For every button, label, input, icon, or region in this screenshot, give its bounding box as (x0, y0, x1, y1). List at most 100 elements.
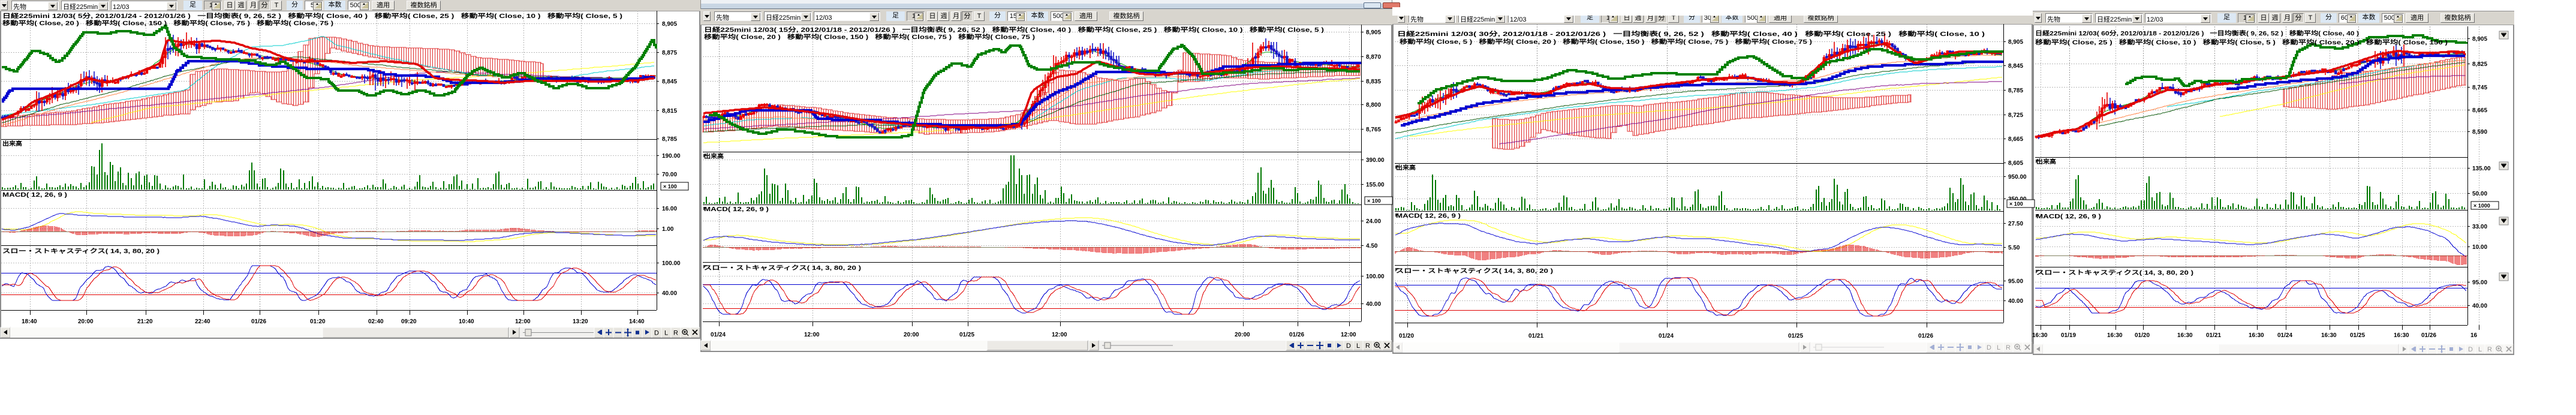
svg-text:01/26: 01/26 (1918, 333, 1933, 339)
svg-text:21:20: 21:20 (137, 318, 153, 325)
svg-text:スロー・ストキャスティクス( 14, 3, 80, 20 ): スロー・ストキャスティクス( 14, 3, 80, 20 ) (704, 264, 861, 272)
svg-text:日経225mini 12/03( 30分, 2012/01/: 日経225mini 12/03( 30分, 2012/01/18 - 2012/… (1397, 30, 1985, 38)
svg-text:日経225mini 12/03( 15分, 2012/01/: 日経225mini 12/03( 15分, 2012/01/18 - 2012/… (704, 26, 1324, 34)
svg-text:× 100: × 100 (1367, 198, 1381, 204)
svg-text:01/20: 01/20 (2135, 332, 2150, 339)
svg-text:8,800: 8,800 (1366, 102, 1381, 109)
svg-text:L: L (664, 330, 668, 337)
svg-text:18:40: 18:40 (22, 318, 37, 325)
svg-text:L: L (1356, 342, 1360, 350)
svg-text:40.00: 40.00 (1366, 301, 1381, 308)
svg-text:20:00: 20:00 (78, 318, 94, 325)
svg-text:01/24: 01/24 (1659, 333, 1674, 339)
svg-text:09:20: 09:20 (401, 318, 417, 325)
svg-text:日経225mini 12/03( 60分, 2012/01/: 日経225mini 12/03( 60分, 2012/01/18 - 2012/… (2035, 29, 2359, 37)
svg-text:10:40: 10:40 (459, 318, 474, 325)
svg-text:8,845: 8,845 (2008, 63, 2023, 70)
svg-text:10.00: 10.00 (2472, 244, 2487, 251)
svg-text:× 100: × 100 (2009, 201, 2023, 207)
svg-text:D: D (1987, 344, 1991, 351)
svg-text:16:30: 16:30 (2177, 332, 2193, 339)
svg-text:01/24: 01/24 (2277, 332, 2292, 339)
svg-text:1.00: 1.00 (662, 226, 674, 233)
svg-text:スロー・ストキャスティクス( 14, 3, 80, 20 ): スロー・ストキャスティクス( 14, 3, 80, 20 ) (2036, 269, 2193, 276)
svg-text:01/25: 01/25 (1788, 333, 1803, 339)
svg-text:24.00: 24.00 (1366, 218, 1381, 225)
svg-text:日経225mini 12/03( 5分, 2012/01/2: 日経225mini 12/03( 5分, 2012/01/24 - 2012/0… (2, 12, 622, 20)
svg-text:16:30: 16:30 (2394, 332, 2409, 339)
svg-text:8,590: 8,590 (2472, 129, 2487, 136)
svg-text:50.00: 50.00 (2472, 191, 2487, 197)
svg-text:950.00: 950.00 (2008, 174, 2027, 181)
svg-text:190.00: 190.00 (662, 153, 681, 160)
svg-text:16:30: 16:30 (2321, 332, 2337, 339)
svg-text:01:20: 01:20 (310, 318, 326, 325)
svg-text:01/21: 01/21 (1528, 333, 1543, 339)
svg-text:390.00: 390.00 (1366, 157, 1385, 164)
svg-text:L: L (2478, 346, 2482, 353)
svg-text:R: R (1365, 342, 1370, 350)
svg-text:12:00: 12:00 (515, 318, 531, 325)
svg-text:01/21: 01/21 (2206, 332, 2221, 339)
svg-text:8,815: 8,815 (662, 108, 677, 115)
svg-text:12:00: 12:00 (1341, 332, 1356, 338)
svg-text:R: R (2487, 346, 2492, 353)
svg-text:12:00: 12:00 (804, 332, 820, 338)
svg-text:8,905: 8,905 (1366, 29, 1381, 36)
svg-text:D: D (654, 330, 659, 337)
svg-text:01/25: 01/25 (959, 332, 974, 338)
svg-text:MACD( 12, 26, 9 ): MACD( 12, 26, 9 ) (1396, 213, 1461, 219)
svg-text:出来高: 出来高 (1396, 164, 1416, 172)
svg-text:R: R (2006, 344, 2011, 351)
svg-text:D: D (1346, 342, 1351, 350)
svg-text:移動平均( Close, 20 ) 移動平均( Clos: 移動平均( Close, 20 ) 移動平均( Close, 150 ) 移動平… (704, 33, 1035, 41)
svg-text:14:40: 14:40 (629, 318, 645, 325)
svg-text:13:20: 13:20 (573, 318, 588, 325)
svg-text:R: R (673, 330, 678, 337)
svg-text:100.00: 100.00 (662, 260, 681, 267)
svg-text:20:00: 20:00 (1235, 332, 1250, 338)
svg-text:5.50: 5.50 (2008, 245, 2020, 251)
svg-text:移動平均( Close, 20 ) 移動平均( Clos: 移動平均( Close, 20 ) 移動平均( Close, 150 ) 移動平… (2, 19, 333, 27)
svg-text:8,905: 8,905 (2472, 36, 2487, 43)
svg-text:MACD( 12, 26, 9 ): MACD( 12, 26, 9 ) (2, 192, 67, 199)
svg-text:8,665: 8,665 (2472, 107, 2487, 114)
svg-text:01/26: 01/26 (251, 318, 266, 325)
svg-text:95.00: 95.00 (2472, 279, 2487, 286)
svg-text:16:30: 16:30 (2249, 332, 2264, 339)
svg-text:× 1000: × 1000 (2473, 203, 2490, 209)
svg-text:40.00: 40.00 (2008, 298, 2023, 305)
svg-text:40.00: 40.00 (662, 290, 677, 297)
svg-text:スロー・ストキャスティクス( 14, 3, 80, 20 ): スロー・ストキャスティクス( 14, 3, 80, 20 ) (2, 248, 160, 255)
svg-text:70.00: 70.00 (662, 172, 677, 178)
svg-text:8,845: 8,845 (662, 79, 677, 85)
svg-text:8,785: 8,785 (662, 136, 677, 143)
svg-text:16.00: 16.00 (662, 206, 677, 212)
svg-text:スロー・ストキャスティクス( 14, 3, 80, 20 ): スロー・ストキャスティクス( 14, 3, 80, 20 ) (1396, 267, 1553, 275)
svg-text:155.00: 155.00 (1366, 182, 1385, 188)
svg-text:移動平均( Close, 25 ) 移動平均( Clos: 移動平均( Close, 25 ) 移動平均( Close, 10 ) 移動平均… (2035, 38, 2448, 46)
svg-text:8,725: 8,725 (2008, 112, 2023, 119)
svg-text:8,785: 8,785 (2008, 88, 2023, 94)
svg-text:22:40: 22:40 (195, 318, 210, 325)
svg-text:4.50: 4.50 (1366, 243, 1378, 249)
svg-text:8,905: 8,905 (2008, 39, 2023, 46)
svg-text:出来高: 出来高 (2036, 158, 2056, 166)
svg-text:16: 16 (2470, 332, 2478, 339)
svg-text:20:00: 20:00 (904, 332, 919, 338)
svg-text:8,605: 8,605 (2008, 160, 2023, 167)
svg-text:40.00: 40.00 (2472, 303, 2487, 309)
svg-text:8,665: 8,665 (2008, 136, 2023, 143)
svg-text:01/19: 01/19 (2061, 332, 2076, 339)
svg-text:× 100: × 100 (663, 184, 677, 190)
svg-text:01/26: 01/26 (1289, 332, 1304, 338)
svg-text:8,835: 8,835 (1366, 79, 1381, 85)
svg-text:MACD( 12, 26, 9 ): MACD( 12, 26, 9 ) (2036, 213, 2101, 220)
svg-text:8,875: 8,875 (662, 50, 677, 56)
svg-text:33.00: 33.00 (2472, 224, 2487, 230)
svg-text:27.50: 27.50 (2008, 221, 2023, 227)
svg-text:8,870: 8,870 (1366, 54, 1381, 61)
svg-text:8,825: 8,825 (2472, 61, 2487, 68)
svg-text:12:00: 12:00 (1052, 332, 1067, 338)
svg-text:135.00: 135.00 (2472, 166, 2491, 172)
